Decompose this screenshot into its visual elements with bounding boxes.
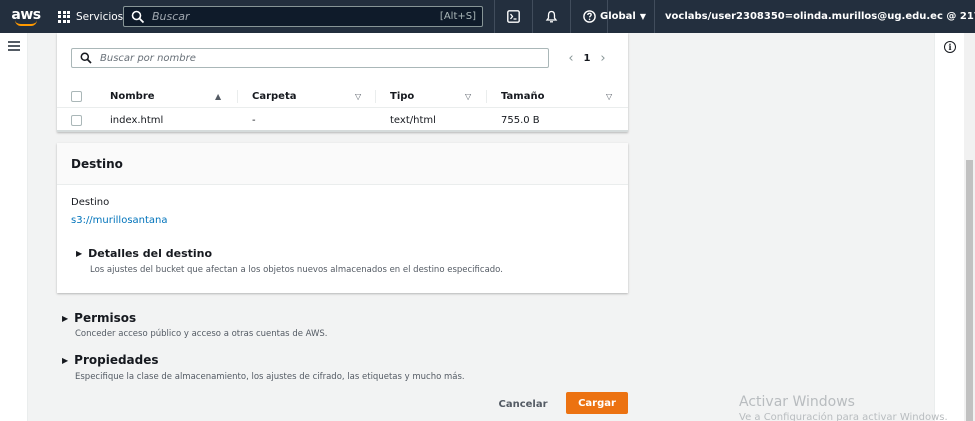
column-divider xyxy=(486,90,487,103)
properties-expander[interactable]: ▶ Propiedades xyxy=(62,353,159,367)
destination-title: Destino xyxy=(71,157,123,171)
destination-link[interactable]: s3://murillosantana xyxy=(71,215,168,226)
permissions-description: Conceder acceso público y acceso a otras… xyxy=(75,329,328,339)
caret-down-icon: ▼ xyxy=(639,12,646,21)
scrollbar-thumb[interactable] xyxy=(966,160,973,421)
permissions-expander[interactable]: ▶ Permisos xyxy=(62,311,136,325)
sort-ascending-icon[interactable]: ▲ xyxy=(215,92,221,101)
table-row[interactable]: index.html - text/html 755.0 B xyxy=(57,110,628,132)
account-menu[interactable]: voclabs/user2308350=olinda.murillos@ug.e… xyxy=(654,0,975,33)
region-selector[interactable]: Global ▼ xyxy=(600,0,646,33)
account-label: voclabs/user2308350=olinda.murillos@ug.e… xyxy=(665,11,975,22)
aws-smile-icon xyxy=(15,20,37,26)
column-header-nombre[interactable]: Nombre xyxy=(110,91,155,102)
nav-icon-group xyxy=(494,0,608,33)
properties-title: Propiedades xyxy=(74,353,159,367)
caret-right-icon: ▶ xyxy=(62,313,69,323)
notifications-button[interactable] xyxy=(532,0,570,33)
caret-right-icon: ▶ xyxy=(62,355,69,365)
activation-watermark-title: Activar Windows xyxy=(739,394,855,410)
pagination: ‹ 1 › xyxy=(562,51,612,66)
destination-details-expander[interactable]: ▶ Detalles del destino xyxy=(76,247,212,260)
cell-tipo: text/html xyxy=(390,114,436,126)
upload-button[interactable]: Cargar xyxy=(566,392,628,414)
services-label: Servicios xyxy=(76,10,124,23)
caret-right-icon: ▶ xyxy=(76,249,83,258)
chevron-right-icon[interactable]: › xyxy=(594,51,612,66)
search-icon xyxy=(80,52,92,64)
services-menu-button[interactable]: Servicios xyxy=(58,0,123,33)
destination-header: Destino xyxy=(57,143,628,185)
cancel-button[interactable]: Cancelar xyxy=(494,394,552,414)
column-header-carpeta[interactable]: Carpeta xyxy=(252,91,297,102)
sort-icon[interactable]: ▽ xyxy=(606,92,612,101)
table-header: Nombre ▲ Carpeta ▽ Tipo ▽ Tamaño ▽ xyxy=(57,85,628,108)
sort-icon[interactable]: ▽ xyxy=(465,92,471,101)
cloudshell-button[interactable] xyxy=(494,0,532,33)
filter-box[interactable] xyxy=(71,48,549,68)
search-icon xyxy=(131,10,145,23)
destination-details-description: Los ajustes del bucket que afectan a los… xyxy=(90,265,503,275)
search-shortcut: [Alt+S] xyxy=(439,11,476,22)
row-checkbox[interactable] xyxy=(71,114,82,126)
activation-watermark-text: Ve a Configuración para activar Windows. xyxy=(739,412,948,421)
destination-label: Destino xyxy=(71,197,110,208)
scrollbar[interactable] xyxy=(964,33,975,421)
right-rail: i xyxy=(934,33,964,421)
column-divider xyxy=(375,90,376,103)
grid-icon xyxy=(58,10,70,23)
page-number[interactable]: 1 xyxy=(580,53,594,64)
top-navigation: aws Servicios [Alt+S] Global▼ voclabs/us… xyxy=(0,0,975,33)
chevron-left-icon[interactable]: ‹ xyxy=(562,51,580,66)
cell-tamano: 755.0 B xyxy=(501,114,540,126)
menu-icon[interactable] xyxy=(8,41,20,51)
filter-input[interactable] xyxy=(100,52,520,64)
select-all-checkbox[interactable] xyxy=(71,90,82,102)
properties-description: Especifique la clase de almacenamiento, … xyxy=(75,372,465,382)
cell-carpeta: - xyxy=(252,114,256,126)
global-search[interactable]: [Alt+S] xyxy=(123,6,483,27)
cell-nombre: index.html xyxy=(110,114,164,126)
left-rail xyxy=(0,33,28,421)
destination-details-title: Detalles del destino xyxy=(88,247,213,260)
sort-icon[interactable]: ▽ xyxy=(355,92,361,101)
cloudshell-icon xyxy=(507,10,520,23)
region-label: Global xyxy=(600,11,636,22)
help-icon xyxy=(582,10,596,23)
column-header-tamano[interactable]: Tamaño xyxy=(501,91,544,102)
search-input[interactable] xyxy=(152,10,432,23)
destination-panel: Destino Destino s3://murillosantana ▶ De… xyxy=(57,143,628,293)
aws-logo[interactable]: aws xyxy=(6,0,46,33)
permissions-title: Permisos xyxy=(74,311,137,325)
column-header-tipo[interactable]: Tipo xyxy=(390,91,414,102)
notifications-icon xyxy=(545,10,558,23)
info-icon[interactable]: i xyxy=(944,41,956,53)
files-panel: ‹ 1 › Nombre ▲ Carpeta ▽ Tipo ▽ Tamaño ▽… xyxy=(57,33,628,132)
column-divider xyxy=(237,90,238,103)
